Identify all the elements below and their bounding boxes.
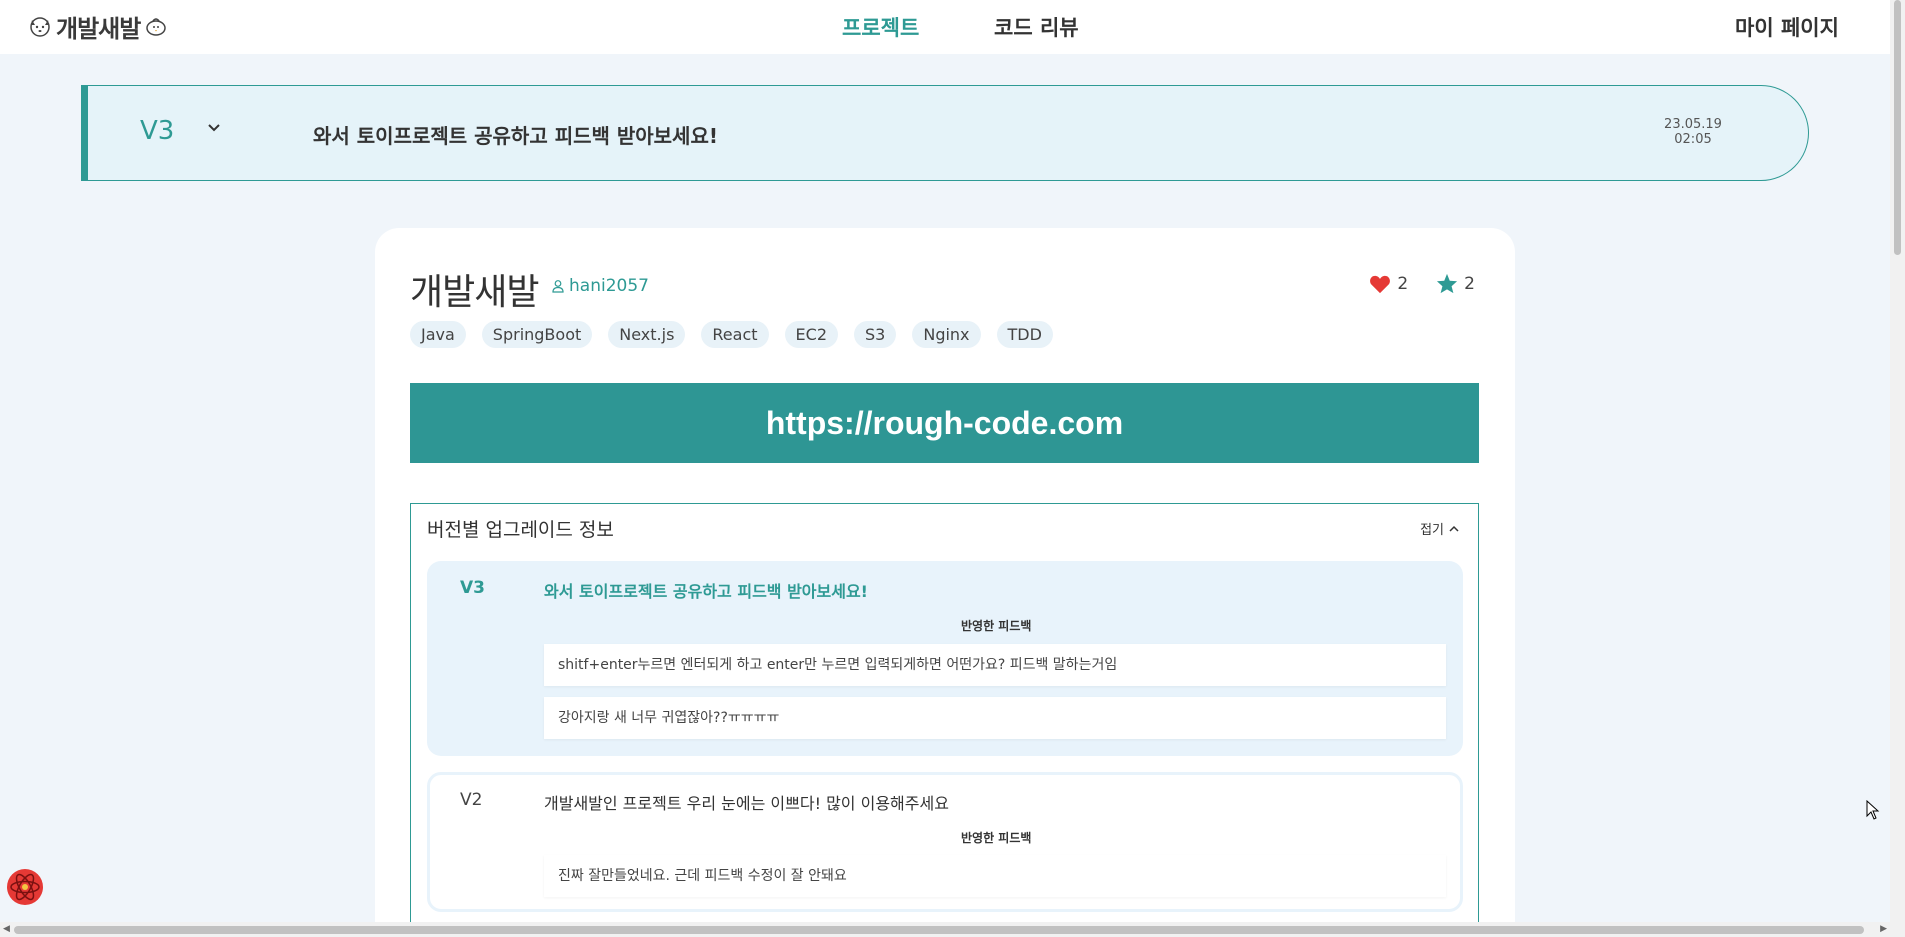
feedback-item[interactable]: shitf+enter누르면 엔터되게 하고 enter만 누르면 입력되게하면… xyxy=(544,644,1446,686)
feedback-item[interactable]: 진짜 잘만들었네요. 근데 피드백 수정이 잘 안돼요 xyxy=(544,855,1446,897)
bird-logo-icon xyxy=(146,18,167,36)
logo[interactable]: 개발새발 xyxy=(28,10,168,43)
tag-item: S3 xyxy=(854,321,897,348)
project-url-link[interactable]: https://rough-code.com xyxy=(410,383,1479,463)
scroll-right-icon[interactable]: ▶ xyxy=(1880,924,1887,934)
nav-mypage[interactable]: 마이 페이지 xyxy=(1735,12,1839,42)
tag-item: Java xyxy=(410,321,466,348)
author-name: hani2057 xyxy=(569,276,649,296)
vertical-scroll-thumb[interactable] xyxy=(1894,0,1901,255)
tag-item: Nginx xyxy=(912,321,981,348)
vertical-scrollbar[interactable] xyxy=(1890,0,1905,922)
project-stats: 2 2 xyxy=(1369,273,1475,294)
project-card: 개발새발 hani2057 2 2 Java SpringBoot Next.j… xyxy=(375,228,1515,937)
banner-date: 23.05.19 02:05 xyxy=(1658,117,1728,147)
version-label: V2 xyxy=(460,790,483,810)
version-upgrades-panel: 버전별 업그레이드 정보 접기 V3 와서 토이프로젝트 공유하고 피드백 받아… xyxy=(410,503,1479,937)
project-title: 개발새발 xyxy=(410,272,539,313)
mouse-cursor-icon xyxy=(1866,800,1880,820)
react-devtools-icon[interactable] xyxy=(5,867,45,907)
feedback-label: 반영한 피드백 xyxy=(961,619,1032,633)
chevron-up-icon xyxy=(1449,525,1459,532)
star-button[interactable]: 2 xyxy=(1436,273,1475,294)
fold-label: 접기 xyxy=(1420,523,1444,538)
banner-date-time: 02:05 xyxy=(1674,132,1712,147)
tag-item: SpringBoot xyxy=(481,321,593,348)
feedback-item[interactable]: 강아지랑 새 너무 귀엽잖아??ㅠㅠㅠㅠ xyxy=(544,697,1446,739)
version-title: 개발새발인 프로젝트 우리 눈에는 이쁘다! 많이 이용해주세요 xyxy=(544,794,949,813)
like-button[interactable]: 2 xyxy=(1369,274,1408,294)
fold-button[interactable]: 접기 xyxy=(1420,519,1460,538)
version-block-v2: V2 개발새발인 프로젝트 우리 눈에는 이쁘다! 많이 이용해주세요 반영한 … xyxy=(427,772,1463,912)
nav-projects[interactable]: 프로젝트 xyxy=(842,12,919,42)
nav-code-review[interactable]: 코드 리뷰 xyxy=(994,12,1079,42)
horizontal-scrollbar[interactable]: ◀ ▶ xyxy=(0,922,1905,937)
version-label: V3 xyxy=(460,578,485,598)
top-nav: 개발새발 프로젝트 코드 리뷰 마이 페이지 xyxy=(0,0,1890,54)
tag-item: TDD xyxy=(996,321,1053,348)
tag-item: EC2 xyxy=(784,321,838,348)
project-author[interactable]: hani2057 xyxy=(551,276,649,296)
tech-tags: Java SpringBoot Next.js React EC2 S3 Ngi… xyxy=(410,321,1053,348)
banner-title: 와서 토이프로젝트 공유하고 피드백 받아보세요! xyxy=(313,124,718,148)
version-title: 와서 토이프로젝트 공유하고 피드백 받아보세요! xyxy=(544,582,868,601)
logo-text: 개발새발 xyxy=(56,14,141,43)
scroll-left-icon[interactable]: ◀ xyxy=(3,924,10,934)
version-block-v3: V3 와서 토이프로젝트 공유하고 피드백 받아보세요! 반영한 피드백 shi… xyxy=(427,561,1463,756)
feedback-label: 반영한 피드백 xyxy=(961,831,1032,845)
like-count: 2 xyxy=(1397,273,1409,294)
user-icon xyxy=(552,280,564,293)
tag-item: React xyxy=(701,321,769,348)
chevron-down-icon[interactable] xyxy=(203,116,225,138)
heart-icon xyxy=(1370,275,1391,293)
dog-logo-icon xyxy=(30,17,50,37)
tag-item: Next.js xyxy=(608,321,686,348)
banner-date-day: 23.05.19 xyxy=(1664,117,1722,132)
star-icon xyxy=(1437,273,1458,294)
version-banner[interactable]: V3 와서 토이프로젝트 공유하고 피드백 받아보세요! 23.05.19 02… xyxy=(81,85,1809,181)
banner-version: V3 xyxy=(140,116,175,146)
upgrades-heading: 버전별 업그레이드 정보 xyxy=(427,519,614,541)
horizontal-scroll-thumb[interactable] xyxy=(14,926,1864,934)
star-count: 2 xyxy=(1464,273,1475,294)
